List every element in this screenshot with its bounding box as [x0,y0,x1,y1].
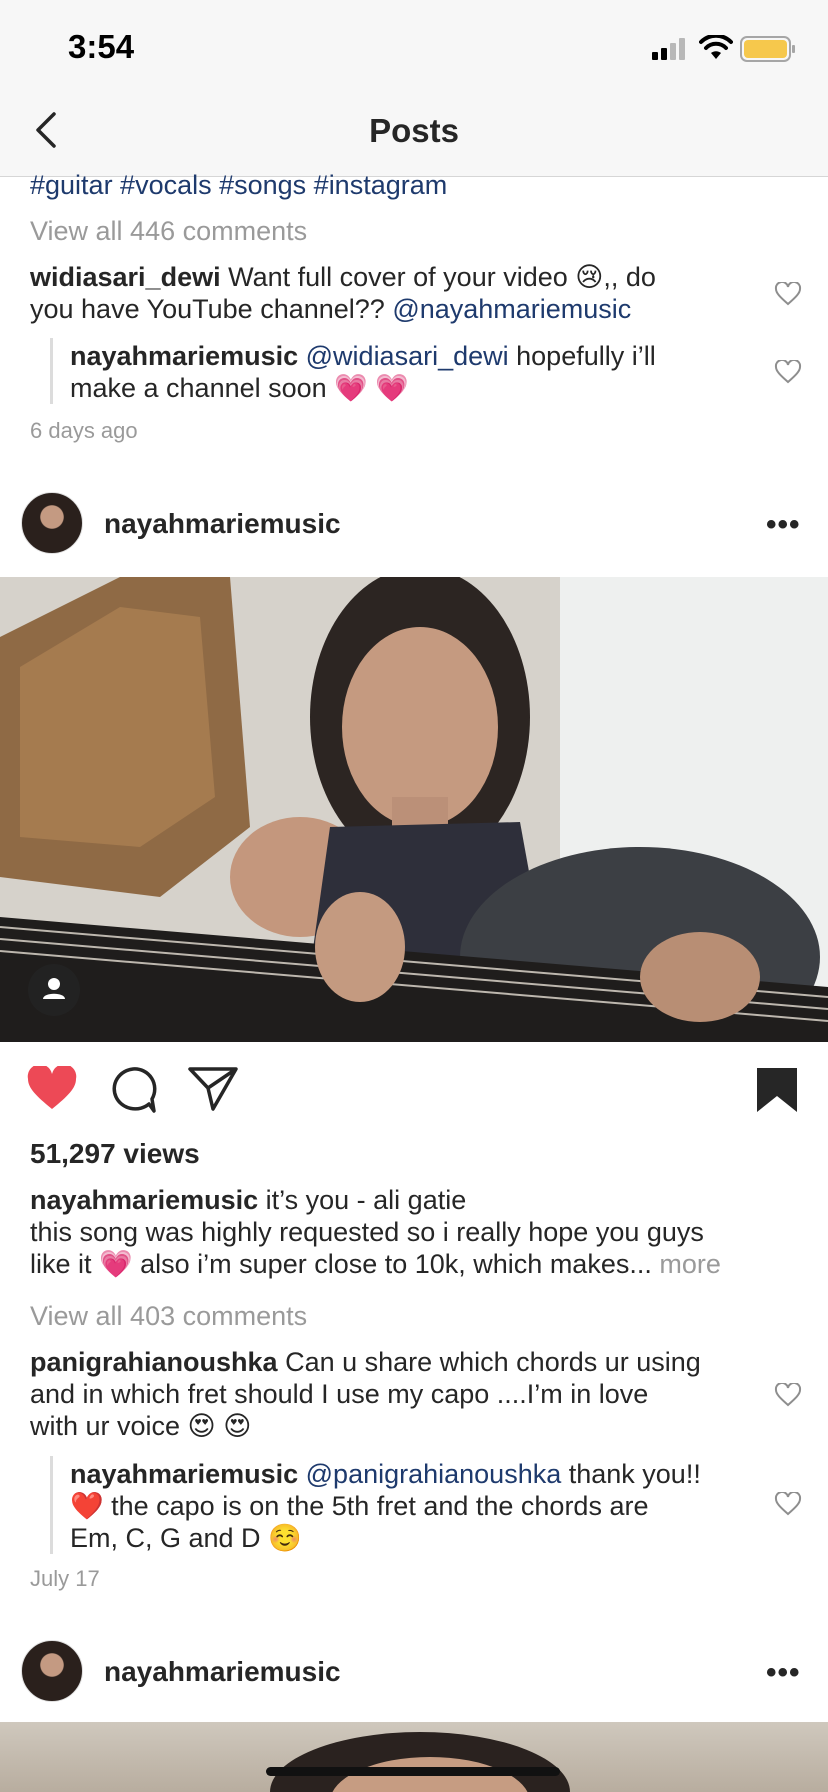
video-frame-illustration [0,577,828,1042]
view-all-comments-link[interactable]: View all 446 comments [30,215,307,247]
status-time: 3:54 [68,28,135,65]
comment-like-heart-icon[interactable] [774,282,802,306]
avatar[interactable] [21,492,83,554]
comment: widiasari_dewi Want full cover of your v… [30,261,770,325]
comment-mention[interactable]: @nayahmariemusic [392,294,631,324]
post-caption: nayahmariemusic it’s you - ali gatie thi… [30,1184,800,1280]
reply-comment: nayahmariemusic @widiasari_dewi hopefull… [70,340,760,404]
reply-text: thank you!! [561,1459,701,1489]
reply-comment: nayahmariemusic @panigrahianoushka thank… [70,1458,760,1554]
comment-text: Want full cover of your video 😢,, do [220,262,656,292]
reply-text-cont: Em, C, G and D ☺️ [70,1523,302,1553]
comment-username[interactable]: widiasari_dewi [30,262,221,292]
view-count[interactable]: 51,297 views [30,1138,200,1170]
post-timestamp: July 17 [30,1566,100,1591]
comment-text: Can u share which chords ur using [277,1347,701,1377]
caption-line-cont: like it 💗 also i’m super close to 10k, w… [30,1249,660,1279]
avatar[interactable] [21,1640,83,1702]
comment-bubble-icon[interactable] [108,1066,158,1114]
post-video[interactable] [0,577,828,1042]
reply-indent-bar [50,338,53,404]
more-options-icon[interactable]: ••• [766,508,801,542]
bookmark-save-icon[interactable] [755,1066,799,1114]
caption-title: it’s you - ali gatie [258,1185,467,1215]
person-icon [43,978,65,999]
reply-username[interactable]: nayahmariemusic [70,341,298,371]
caption-more-link[interactable]: more [659,1249,721,1279]
comment: panigrahianoushka Can u share which chor… [30,1346,770,1442]
view-all-comments-link[interactable]: View all 403 comments [30,1300,307,1332]
reply-text: hopefully i’ll [508,341,656,371]
more-options-icon[interactable]: ••• [766,1656,801,1690]
reply-indent-bar [50,1456,53,1554]
comment-text-cont: you have YouTube channel?? [30,294,393,324]
reply-mention[interactable]: @panigrahianoushka [306,1459,562,1489]
cellular-signal-icon [652,38,685,60]
post-hashtags[interactable]: #guitar #vocals #songs #instagram [30,169,447,201]
post-timestamp: 6 days ago [30,418,138,443]
reply-like-heart-icon[interactable] [774,360,802,384]
caption-username[interactable]: nayahmariemusic [30,1185,258,1215]
comment-like-heart-icon[interactable] [774,1383,802,1407]
reply-text-cont: ❤️ the capo is on the 5th fret and the c… [70,1491,649,1521]
wifi-icon [699,35,733,59]
comment-text-cont: with ur voice 😍 😍 [30,1411,252,1441]
video-frame-illustration [270,1732,570,1792]
comment-username[interactable]: panigrahianoushka [30,1347,278,1377]
page-title: Posts [369,112,459,149]
reply-like-heart-icon[interactable] [774,1492,802,1516]
share-send-icon[interactable] [187,1066,239,1112]
home-indicator [266,1767,560,1776]
post-video[interactable] [0,1722,828,1792]
reply-username[interactable]: nayahmariemusic [70,1459,298,1489]
like-heart-icon[interactable] [26,1066,78,1112]
tagged-people-button[interactable] [28,964,80,1016]
reply-mention[interactable]: @widiasari_dewi [306,341,509,371]
comment-text-cont: and in which fret should I use my capo .… [30,1379,649,1409]
battery-icon [740,36,795,62]
caption-line: this song was highly requested so i real… [30,1217,704,1247]
reply-text-cont: make a channel soon 💗 💗 [70,373,409,403]
post-username[interactable]: nayahmariemusic [104,508,341,540]
post-username[interactable]: nayahmariemusic [104,1656,341,1688]
